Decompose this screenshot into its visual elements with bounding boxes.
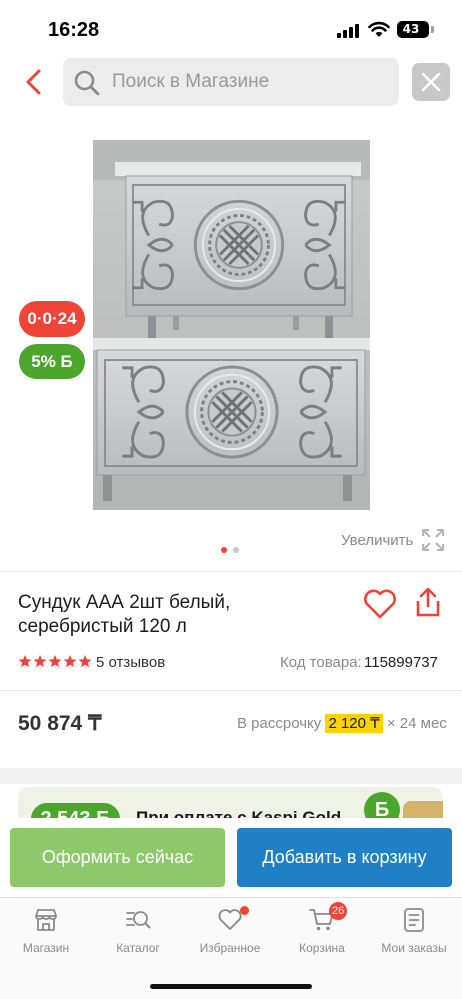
product-image[interactable] — [93, 140, 370, 510]
product-photo — [93, 140, 370, 510]
favorites-dot — [240, 906, 249, 915]
product-price: 50 874 ₸ — [18, 712, 102, 735]
nav-item-catalog[interactable]: Каталог — [92, 898, 184, 962]
installment-amount: 2 120 ₸ — [325, 714, 383, 733]
divider — [0, 690, 462, 691]
product-title: Сундук ААА 2шт белый, серебристый 120 л — [18, 592, 231, 637]
sku-label: Код товара: — [280, 654, 362, 671]
home-indicator — [150, 984, 312, 989]
zoom-link[interactable]: Увеличить — [341, 532, 413, 549]
pager-dot-active — [221, 547, 227, 553]
nav-label-catalog: Каталог — [116, 941, 160, 955]
nav-item-shop[interactable]: Магазин — [0, 898, 92, 962]
nav-label-favorites: Избранное — [199, 941, 261, 955]
status-time: 16:28 — [48, 19, 100, 41]
shop-icon — [35, 909, 57, 931]
sku-value: 115899737 — [364, 654, 438, 671]
expand-icon[interactable] — [421, 528, 445, 552]
cellular-signal-icon — [337, 24, 361, 38]
battery-tip — [431, 26, 434, 33]
section-separator — [0, 768, 462, 784]
catalog-icon — [126, 911, 151, 929]
status-bar: 16:28 43 — [0, 0, 462, 58]
share-button[interactable] — [414, 586, 442, 618]
nav-item-favorites[interactable]: Избранное — [184, 898, 276, 962]
cart-count-badge: 26 — [329, 902, 348, 920]
checkout-now-button[interactable]: Оформить сейчас — [10, 828, 225, 887]
battery-icon: 43 — [397, 21, 429, 38]
add-to-cart-button[interactable]: Добавить в корзину — [237, 828, 452, 887]
search-input[interactable] — [112, 58, 392, 106]
nav-item-orders[interactable]: Мои заказы — [368, 898, 460, 962]
search-box[interactable] — [63, 58, 399, 106]
close-icon — [421, 72, 441, 92]
close-button[interactable] — [412, 63, 450, 101]
pager-dot — [233, 547, 239, 553]
installment-info[interactable]: В рассрочку 2 120 ₸ × 24 мес — [237, 714, 447, 733]
favorite-button[interactable] — [362, 588, 398, 620]
installment-suffix: × 24 мес — [386, 715, 447, 732]
bonus-badge: 5% Б — [19, 344, 85, 379]
battery-level: 43 — [402, 22, 420, 36]
search-icon — [74, 70, 100, 96]
nav-label-orders: Мои заказы — [381, 941, 447, 955]
reviews-link[interactable]: 5 отзывов — [96, 654, 165, 671]
nav-item-cart[interactable]: 26 Корзина — [276, 898, 368, 962]
nav-label-cart: Корзина — [299, 941, 345, 955]
installment-prefix: В рассрочку — [237, 715, 322, 732]
nav-label-shop: Магазин — [22, 941, 70, 955]
installment-badge: 0·0·24 — [19, 301, 85, 337]
rating-stars — [18, 655, 92, 668]
back-button[interactable] — [18, 64, 52, 100]
wifi-icon — [368, 21, 390, 37]
orders-icon — [404, 908, 424, 932]
divider — [0, 571, 462, 572]
